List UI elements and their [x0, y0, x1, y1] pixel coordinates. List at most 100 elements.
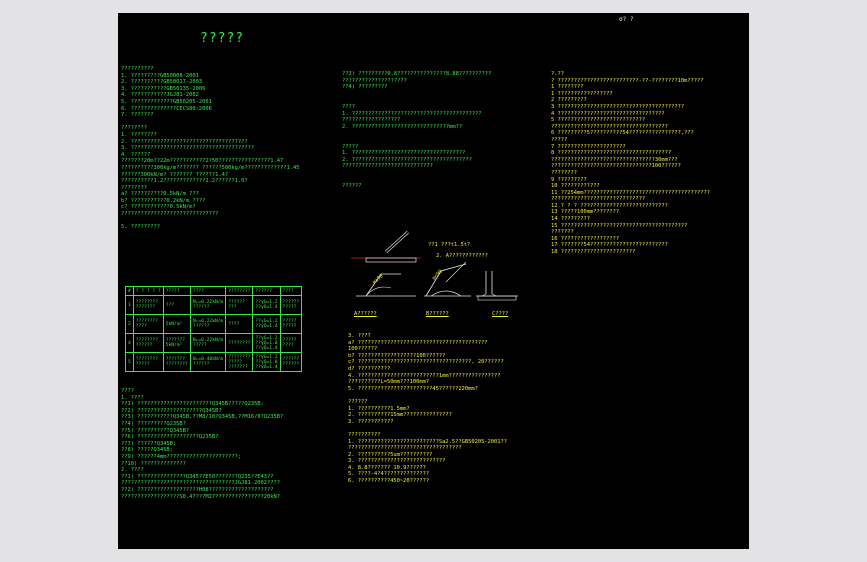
weld-label-b: B?????? — [426, 311, 449, 317]
note-line: 1. ??????????1.5mm? — [348, 405, 410, 412]
note-line: ??????300kN/m? ??????? ??????1.4? — [121, 171, 229, 178]
table-cell: Nₖ=0.22kN/m????? — [189, 333, 227, 353]
note-line: ??4) ????????? — [342, 84, 388, 91]
note-line: ??10) ?????????????? — [121, 460, 186, 467]
note-line: ?.?? — [551, 71, 564, 77]
table-cell: ???? — [225, 314, 254, 334]
note-line: 15 ?????????????????????????????????????… — [551, 222, 688, 229]
weld-label-c: C???? — [492, 311, 509, 317]
note-line: 12 ? ? ? ??????????????????????????? — [551, 202, 668, 209]
table-cell: 1 — [125, 295, 134, 315]
note-line: b? ??????????????????100?????? — [348, 352, 446, 359]
note-line: ??1) ???????????????Q345??E50???????Q235… — [121, 473, 274, 480]
note-line: 5 ??????????????????????????? — [551, 117, 646, 124]
table-cell: ???????????? — [279, 352, 303, 372]
table-cell: ?????????????? — [132, 333, 164, 353]
note-line: 3. ??????????? — [348, 418, 394, 425]
note-line: 4. ???????????JGJ81-2002 — [121, 92, 199, 99]
table-header-cell: # — [125, 286, 134, 296]
note-line: ???? — [342, 103, 355, 110]
note-line: ????????????????????????????? — [551, 196, 646, 203]
drawing-sheet: σ? ? ????? ?????????? 1. ?????????GB5000… — [118, 13, 749, 549]
note-line: 3. ??????????????????????????? — [348, 458, 446, 465]
weld-detail-a: α≥90 — [351, 230, 421, 297]
note-line: 6. ??????????450~20?????? — [348, 478, 430, 485]
drawing-title: ????? — [200, 31, 245, 46]
table-cell: ??????????????? — [162, 352, 191, 372]
note-line: 4. ?????? — [121, 151, 151, 158]
weld-detail-diagram: α≥90 α<90 — [351, 230, 518, 301]
note-line: 3. ???????????GB50135-2006 — [121, 85, 206, 92]
note-line: a? ?????????????????????????????????????… — [348, 339, 488, 346]
note-line: ??7) ??????Q345B; — [121, 440, 177, 447]
table-cell: ????????? — [225, 295, 254, 315]
note-line: ??????? — [551, 229, 574, 236]
weld-inspection-notes-column: 3. ???? a? ?????????????????????????????… — [348, 333, 507, 485]
table-row: 1?????????????????? Nₖ=0.22kN/m??????????… — [125, 295, 303, 315]
note-line: ??3) ?????????0.8???????????????8.88????… — [342, 71, 492, 77]
note-line: 2. ???? — [121, 467, 144, 474]
note-line: ??????????L=50mm???100mm? — [348, 379, 430, 386]
note-line: 1. ?????????????????????????????????????… — [342, 110, 482, 117]
note-line: ??2) ????????????????????Q345B? — [121, 407, 222, 414]
note-line: 1. ??????????????????????????????????? — [342, 150, 466, 157]
note-line: ??6) ???????????????????Q235B? — [121, 434, 219, 441]
note-line: ?????? — [348, 398, 368, 405]
note-line: ??3) ???????????Q345B,??M8/10?Q345B,??M1… — [121, 414, 284, 421]
table-cell: ??γG=1.2 ??γQ=1.0 ??γQ=1.4 — [252, 352, 281, 372]
table-header-cell: ?????? — [252, 286, 281, 296]
note-line — [342, 177, 491, 184]
note-line: c? ????????????0.5kN/m? — [121, 204, 196, 211]
note-line: 2. ??????????GB50017-2003 — [121, 79, 203, 86]
note-line: ???????? — [551, 169, 577, 176]
note-line — [348, 392, 507, 399]
note-line — [121, 218, 300, 225]
note-line: ???????????????????? — [342, 77, 407, 84]
note-line: 1 ????????????????? — [551, 90, 613, 97]
note-line: 16 ?????????????????? — [551, 235, 620, 242]
table-cell: ???????????????????? — [225, 352, 254, 372]
note-line: ???????? — [121, 125, 147, 132]
note-line: ????????????????????????????????30mm??? — [551, 156, 678, 163]
note-line: 3. ???? — [348, 333, 371, 339]
note-line: ???????????????????????????? — [342, 163, 433, 170]
table-cell: 4 — [125, 333, 134, 353]
weld-detail-c — [476, 271, 518, 301]
table-header-cell: ???????? — [225, 286, 254, 296]
note-line: 4. ?????????????????????????1mm?????????… — [348, 372, 501, 379]
construction-notes-column: ??3) ?????????0.8???????????????8.88????… — [342, 71, 491, 190]
note-line: 3 ??????????????????????????????????????… — [551, 103, 685, 110]
note-line: 4. 8.8??????? 10.9?????? — [348, 464, 426, 471]
note-line: 2. ??????????15mm??????????????? — [348, 412, 452, 419]
note-line: 10 ???????????? — [551, 183, 600, 190]
note-line: ?????????????????? — [342, 117, 401, 124]
note-line: 2. ??????????????????????????????mm?? — [342, 123, 463, 130]
note-line — [342, 130, 491, 137]
note-line: 6. ??????????????CECS80:2006 — [121, 105, 212, 112]
note-line: 1 ???????? — [551, 84, 584, 91]
note-line: ???? — [121, 388, 134, 394]
note-line: c? ???????????????????????????????????, … — [348, 359, 504, 366]
note-line — [342, 97, 491, 104]
note-line: 7. ??????? — [121, 112, 154, 119]
table-cell: ???????????? — [132, 314, 164, 334]
table-cell: ??????????? — [279, 295, 303, 315]
note-line: 11 ??254mm??????????????????????????????… — [551, 189, 711, 196]
note-line: 7 ????????????????????? — [551, 143, 626, 150]
load-spec-table: #? ? ? ? ???????????????????????????? 1??… — [125, 286, 303, 372]
table-header-cell: ????? — [162, 286, 191, 296]
note-line: ???????? — [121, 184, 147, 191]
note-line — [121, 119, 300, 126]
note-line: 2. ??????????5um?????????? — [348, 451, 433, 458]
table-cell: ??????? 5kN/m² — [162, 333, 191, 353]
note-line: d? ?????????? — [348, 365, 391, 372]
table-header-cell: ? ? ? ? ? — [132, 286, 164, 296]
note-line: 9 ????????? — [551, 176, 587, 183]
table-cell: Nₖ=0.22kN/m?????? — [189, 314, 227, 334]
table-cell: ??????????????? — [132, 295, 164, 315]
weld-label-a: A?????? — [354, 311, 377, 317]
note-line: 1. ???? — [121, 394, 144, 401]
note-line: b? ???????????0.2kN/m ???? — [121, 197, 206, 204]
table-header-cell: ???? — [279, 286, 303, 296]
note-line: ????? — [551, 136, 568, 143]
